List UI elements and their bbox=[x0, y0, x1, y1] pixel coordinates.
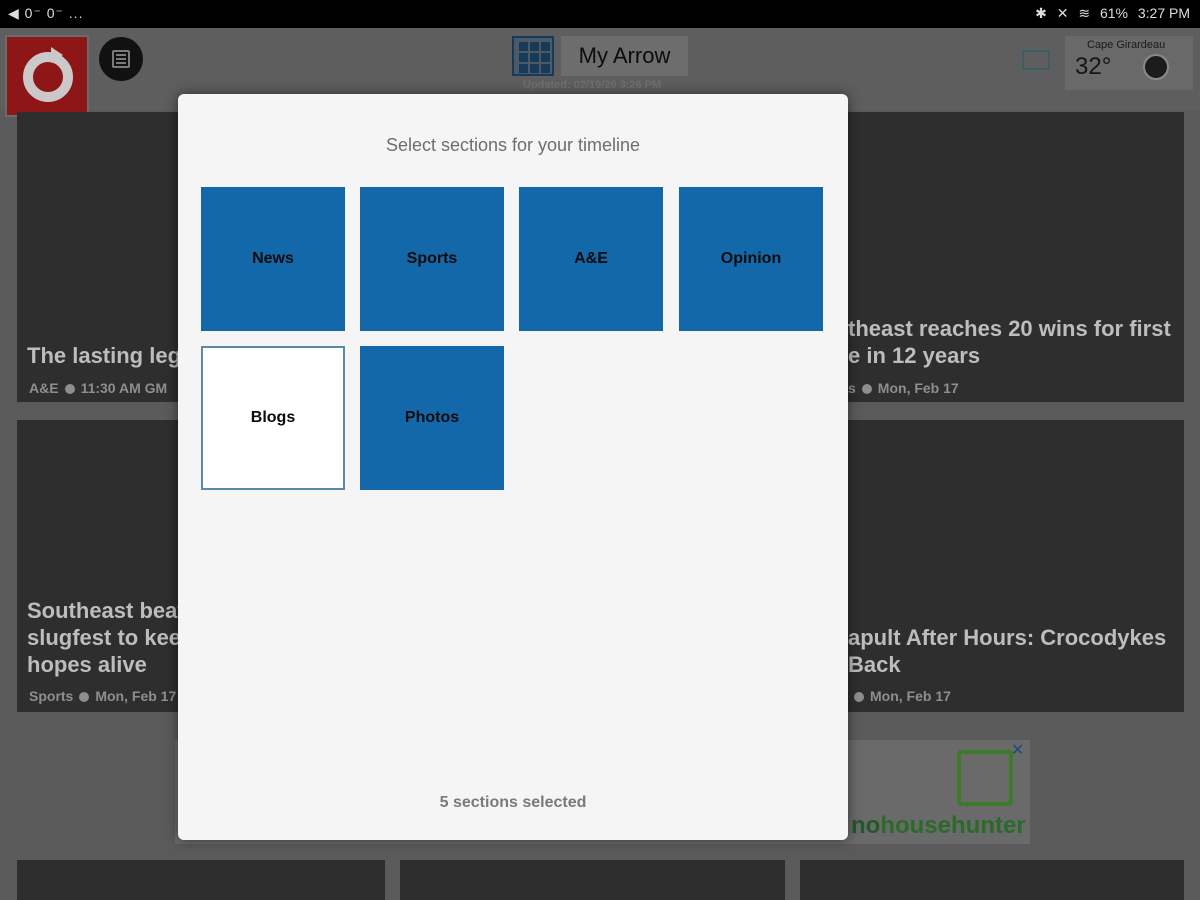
section-tile-sports[interactable]: Sports bbox=[360, 187, 504, 331]
clock: 3:27 PM bbox=[1137, 5, 1190, 21]
section-tile-opinion[interactable]: Opinion bbox=[679, 187, 823, 331]
section-tile-photos[interactable]: Photos bbox=[360, 346, 504, 490]
wifi-icon: ≋ bbox=[1078, 5, 1091, 21]
mute-icon: ✕ bbox=[1056, 5, 1069, 21]
section-picker-dialog: Select sections for your timeline News S… bbox=[178, 94, 848, 840]
notification-icons: ◀ 0⁻ 0⁻ ... bbox=[8, 5, 84, 21]
dialog-heading: Select sections for your timeline bbox=[385, 135, 641, 155]
system-tray: ✱ ✕ ≋ 61% 3:27 PM bbox=[1029, 5, 1190, 22]
section-tile-ae[interactable]: A&E bbox=[519, 187, 663, 331]
bluetooth-icon: ✱ bbox=[1035, 5, 1047, 21]
selection-count: 5 sections selected bbox=[439, 794, 587, 811]
status-bar: ◀ 0⁻ 0⁻ ... ✱ ✕ ≋ 61% 3:27 PM bbox=[0, 0, 1200, 28]
battery-level: 61% bbox=[1099, 5, 1128, 21]
section-tile-blogs[interactable]: Blogs bbox=[201, 346, 345, 490]
section-tile-news[interactable]: News bbox=[201, 187, 345, 331]
